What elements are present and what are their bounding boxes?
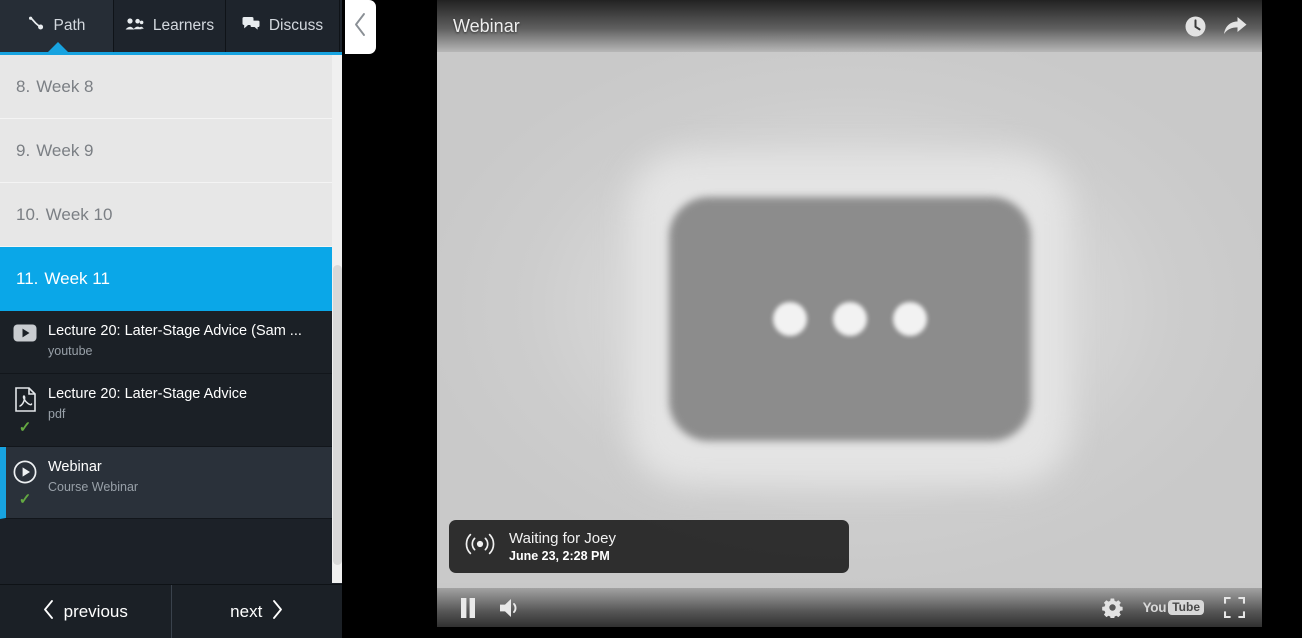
fullscreen-icon[interactable] (1224, 597, 1245, 618)
tab-path-label: Path (53, 17, 86, 34)
tab-discuss[interactable]: Discuss (226, 0, 340, 52)
resource-title: Lecture 20: Later-Stage Advice (48, 386, 248, 402)
people-icon (125, 17, 144, 36)
resource-text-wrap: Webinar Course Webinar (48, 458, 322, 507)
active-tab-pointer (48, 42, 68, 52)
week-item-8[interactable]: 8. Week 8 (0, 55, 332, 119)
next-button-label: next (230, 601, 263, 621)
youtube-logo-you: You (1142, 600, 1167, 615)
watch-later-clock-icon[interactable] (1184, 15, 1207, 38)
volume-icon[interactable] (499, 597, 524, 619)
toast-texts: Waiting for Joey June 23, 2:28 PM (509, 529, 616, 565)
week-item-10[interactable]: 10. Week 10 (0, 183, 332, 247)
tab-learners-label: Learners (152, 17, 215, 34)
week-item-8-label: Week 8 (36, 76, 94, 96)
sidebar-bottom-nav: previous next (0, 584, 342, 638)
completed-check-icon: ✓ (18, 491, 32, 508)
speech-bubble-icon (242, 16, 260, 36)
course-outline-list[interactable]: 8. Week 8 9. Week 9 10. Week 10 11. Week… (0, 55, 342, 583)
placeholder-dot (772, 302, 807, 336)
player-title: Webinar (453, 15, 520, 36)
tab-learners[interactable]: Learners (114, 0, 226, 52)
resource-item-webinar[interactable]: ✓ Webinar Course Webinar (0, 447, 332, 519)
waiting-toast: Waiting for Joey June 23, 2:28 PM (449, 520, 849, 573)
youtube-logo[interactable]: You Tube (1143, 600, 1204, 615)
player-controls-right: You Tube (1101, 597, 1245, 618)
previous-button[interactable]: previous (0, 585, 172, 638)
player-controls-left (459, 597, 524, 619)
resource-item-youtube[interactable]: Lecture 20: Later-Stage Advice (Sam ... … (0, 311, 332, 374)
player-header: Webinar (437, 0, 1262, 52)
week-item-9-number: 9. (16, 140, 31, 160)
week-item-11[interactable]: 11. Week 11 (0, 247, 332, 311)
resource-item-pdf[interactable]: ✓ Lecture 20: Later-Stage Advice pdf (0, 374, 332, 447)
week-item-10-label: Week 10 (45, 204, 113, 224)
resource-subtitle: pdf (48, 407, 66, 421)
resource-subtitle: Course Webinar (48, 480, 139, 494)
sidebar-scrollbar-thumb[interactable] (333, 265, 342, 565)
sidebar-collapse-button[interactable] (345, 0, 376, 54)
resource-icon-wrap: ✓ (12, 385, 38, 435)
toast-title: Waiting for Joey (509, 529, 616, 547)
completed-check-icon: ✓ (18, 419, 32, 436)
week-item-9-label: Week 9 (36, 140, 94, 160)
next-button[interactable]: next (172, 585, 343, 638)
share-arrow-icon[interactable] (1223, 15, 1248, 37)
youtube-logo-tube: Tube (1168, 600, 1204, 615)
resource-text-wrap: Lecture 20: Later-Stage Advice (Sam ... … (48, 322, 322, 362)
week-item-11-number: 11. (16, 268, 39, 288)
pause-icon[interactable] (459, 597, 477, 619)
resource-subtitle: youtube (48, 344, 93, 358)
course-sidebar: Path Learners Discuss 8. Week 8 9. Week … (0, 0, 342, 638)
resource-icon-wrap: ✓ (12, 458, 38, 507)
youtube-play-icon (13, 324, 37, 347)
chevron-left-icon (43, 599, 54, 624)
resource-title: Webinar (48, 459, 102, 475)
toast-subtitle: June 23, 2:28 PM (509, 548, 610, 563)
week-item-8-number: 8. (16, 76, 31, 96)
week-item-11-label: Week 11 (44, 268, 110, 288)
player-bottom-letterbox (437, 627, 1262, 638)
player-controls-bar: You Tube (437, 588, 1262, 627)
gear-icon[interactable] (1101, 597, 1123, 618)
resource-icon-wrap (12, 322, 38, 362)
circle-play-icon (13, 460, 37, 489)
course-player-page: Path Learners Discuss 8. Week 8 9. Week … (0, 0, 1302, 638)
path-icon (28, 16, 45, 36)
pdf-file-icon (14, 387, 36, 417)
live-broadcast-icon (465, 532, 495, 561)
resource-title: Lecture 20: Later-Stage Advice (Sam ... (48, 323, 302, 339)
placeholder-dots (772, 302, 927, 336)
player-header-icons (1184, 15, 1248, 38)
resource-text-wrap: Lecture 20: Later-Stage Advice pdf (48, 385, 322, 435)
week-item-10-number: 10. (16, 204, 40, 224)
sidebar-tabbar: Path Learners Discuss (0, 0, 342, 55)
placeholder-dot (832, 302, 867, 336)
chevron-left-icon (353, 12, 368, 42)
placeholder-dot (892, 302, 927, 336)
previous-button-label: previous (63, 601, 128, 621)
tab-discuss-label: Discuss (268, 17, 324, 34)
video-player[interactable]: Webinar Waiting for Joey June 23, 2:28 P… (437, 0, 1262, 638)
chevron-right-icon (272, 599, 283, 624)
week-item-9[interactable]: 9. Week 9 (0, 119, 332, 183)
